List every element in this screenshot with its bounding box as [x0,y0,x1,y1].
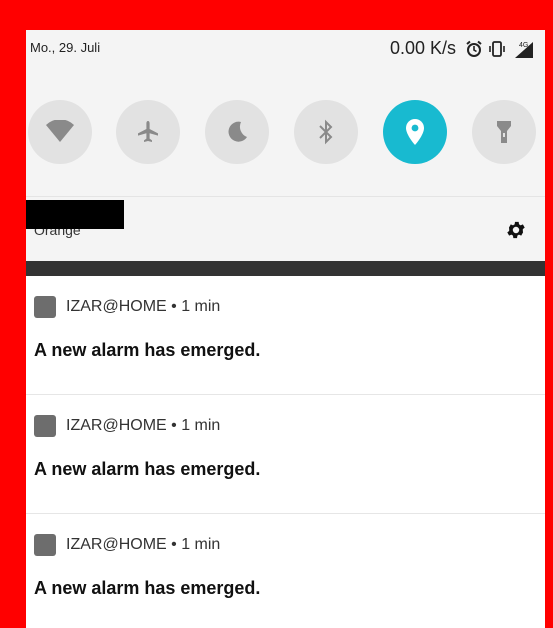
separator: • [171,298,177,315]
quick-settings-panel: Mo., 29. Juli 0.00 K/s 4G Orange [26,30,545,261]
quick-settings-row [26,100,545,166]
alarm-icon [465,40,483,58]
app-icon [34,296,56,318]
signal-4g-icon: 4G [511,39,535,59]
qs-tile-bluetooth[interactable] [294,100,358,164]
divider [26,196,545,197]
separator: • [171,417,177,434]
wifi-icon [46,120,74,142]
vibrate-icon [488,40,506,58]
airplane-icon [138,121,158,142]
notification-card[interactable]: IZAR@HOME • 1 min A new alarm has emerge… [26,276,545,395]
qs-tile-airplane[interactable] [116,100,180,164]
network-speed: 0.00 K/s [389,38,456,58]
notification-title: A new alarm has emerged. [34,340,261,360]
status-date: Mo., 29. Juli [30,40,101,55]
notification-title: A new alarm has emerged. [34,578,261,598]
status-icons: 0.00 K/s 4G [390,38,535,59]
separator: • [171,536,177,553]
settings-gear-icon[interactable] [505,219,527,241]
app-name: IZAR@HOME [66,298,167,315]
shade-handle-bar [26,261,545,276]
notification-shade-screen: Mo., 29. Juli 0.00 K/s 4G Orange IZAR@HO… [26,30,545,628]
notification-header: IZAR@HOME • 1 min [66,536,220,554]
notification-title: A new alarm has emerged. [34,459,261,479]
app-name: IZAR@HOME [66,536,167,553]
qs-tile-flashlight[interactable] [472,100,536,164]
location-icon [406,119,424,145]
notification-header: IZAR@HOME • 1 min [66,298,220,316]
app-icon [34,415,56,437]
qs-tile-location[interactable] [383,100,447,164]
redaction-box [26,200,124,229]
notification-time: 1 min [181,298,221,315]
notification-time: 1 min [181,417,221,434]
qs-tile-do-not-disturb[interactable] [205,100,269,164]
notification-card[interactable]: IZAR@HOME • 1 min A new alarm has emerge… [26,395,545,514]
bluetooth-icon [319,119,333,145]
notification-time: 1 min [181,536,221,553]
qs-tile-wifi[interactable] [28,100,92,164]
moon-icon [228,121,247,142]
red-highlight-frame: Mo., 29. Juli 0.00 K/s 4G Orange IZAR@HO… [0,0,553,628]
flashlight-icon [497,121,511,143]
app-icon [34,534,56,556]
notification-header: IZAR@HOME • 1 min [66,417,220,435]
app-name: IZAR@HOME [66,417,167,434]
notification-card[interactable]: IZAR@HOME • 1 min A new alarm has emerge… [26,514,545,628]
svg-text:4G: 4G [519,42,528,49]
